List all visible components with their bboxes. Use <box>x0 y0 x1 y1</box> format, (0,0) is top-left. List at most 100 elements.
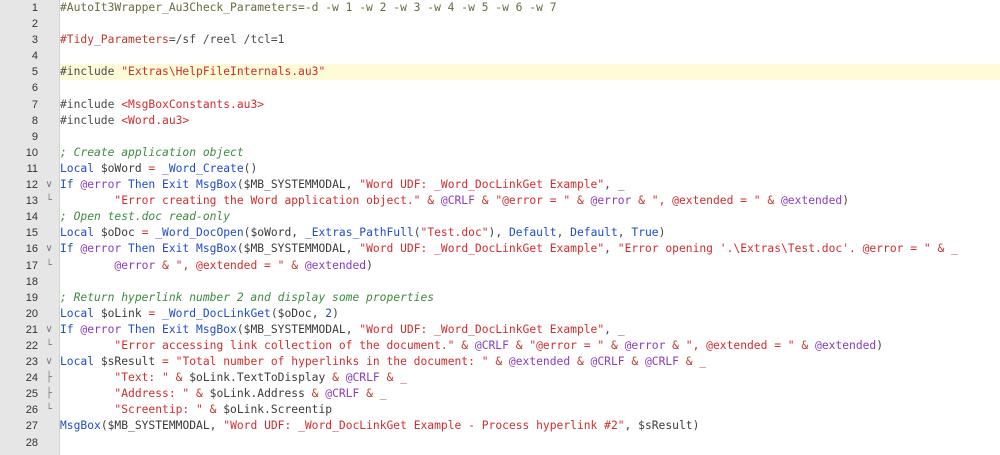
line-number: 17 <box>25 259 38 272</box>
code-line-area[interactable] <box>60 129 1000 145</box>
code-line[interactable]: 3 #Tidy_Parameters=/sf /reel /tcl=1 <box>0 32 1000 48</box>
code-line-area[interactable]: ; Return hyperlink number 2 and display … <box>60 290 1000 306</box>
code-line-area[interactable]: #include "Extras\HelpFileInternals.au3" <box>60 64 1000 81</box>
code-token: $oWord <box>250 226 292 240</box>
code-line[interactable]: 15 Local $oDoc = _Word_DocOpen ($oWord, _E… <box>0 225 1000 241</box>
code-line-area[interactable]: "Screentip: " & $oLink.Screentip <box>60 402 1000 418</box>
code-token: , <box>345 178 360 192</box>
code-token: ( <box>270 306 278 320</box>
code-text: "Error accessing link collection of the … <box>60 338 883 354</box>
code-line-area[interactable]: Local $sResult = "Total number of hyperl… <box>60 354 1000 370</box>
code-line[interactable]: 6 <box>0 80 1000 96</box>
code-editor[interactable]: 1 #AutoIt3Wrapper_Au3Check_Parameters=-d … <box>0 0 1000 455</box>
code-line-area[interactable]: #include <MsgBoxConstants.au3> <box>60 97 1000 113</box>
code-text: Local $oLink = _Word_DocLinkGet($oDoc, 2… <box>60 306 339 322</box>
code-token: "Word UDF: _Word_DocLinkGet Example - Pr… <box>223 419 625 433</box>
line-number: 4 <box>31 50 38 63</box>
line-number: 6 <box>31 82 38 95</box>
code-line[interactable]: 2 <box>0 16 1000 32</box>
code-line[interactable]: 10 ; Create application object <box>0 145 1000 161</box>
code-token: ; Open test.doc read-only <box>60 210 231 224</box>
code-line-area[interactable]: "Error creating the Word application obj… <box>60 193 1000 209</box>
code-token: @error <box>624 338 666 352</box>
fold-toggle-icon[interactable]: ∨ <box>42 322 56 338</box>
code-line-area[interactable] <box>60 274 1000 290</box>
code-line-area[interactable]: "Error accessing link collection of the … <box>60 338 1000 354</box>
code-line[interactable]: 16 ∨ If @error Then Exit MsgBox($MB_SYSTEM… <box>0 241 1000 257</box>
code-text: If @error Then Exit MsgBox($MB_SYSTEMMOD… <box>60 322 625 338</box>
code-line[interactable]: 25 ├ "Address: " & $oLink.Address & @CRLF… <box>0 386 1000 402</box>
code-line-area[interactable]: #Tidy_Parameters=/sf /reel /tcl=1 <box>60 32 1000 48</box>
code-token: , _ <box>604 178 625 192</box>
fold-toggle-icon[interactable]: ∨ <box>42 354 56 370</box>
code-line[interactable]: 27 MsgBox($MB_SYSTEMMODAL, "Word UDF: _Wo… <box>0 418 1000 434</box>
code-line[interactable]: 11 Local $oWord = _Word_Create() <box>0 161 1000 177</box>
code-line-area[interactable] <box>60 16 1000 32</box>
code-line-area[interactable]: @error & ", @extended = " & @extended) <box>60 258 1000 274</box>
code-token: & <box>624 355 645 369</box>
code-text: "Error creating the Word application obj… <box>60 193 849 209</box>
code-line[interactable]: 20 Local $oLink = _Word_DocLinkGet($oDoc,… <box>0 306 1000 322</box>
code-line-area[interactable] <box>60 435 1000 451</box>
code-token: & _ <box>359 387 387 401</box>
code-token: "Error opening '.\Extras\Test.doc'. @err… <box>617 242 931 256</box>
code-line-area[interactable]: If @error Then Exit MsgBox($MB_SYSTEMMOD… <box>60 241 1000 257</box>
code-line[interactable]: 9 <box>0 129 1000 145</box>
code-token: $oDoc <box>100 226 142 240</box>
code-line[interactable]: 1 #AutoIt3Wrapper_Au3Check_Parameters=-d … <box>0 0 1000 16</box>
line-number: 16 <box>25 243 38 256</box>
code-line[interactable]: 26 └ "Screentip: " & $oLink.Screentip <box>0 402 1000 418</box>
code-token: $oLink.Screentip <box>223 403 333 417</box>
code-line-area[interactable]: If @error Then Exit MsgBox($MB_SYSTEMMOD… <box>60 322 1000 338</box>
code-token: & <box>794 338 816 352</box>
code-token: & <box>202 403 224 417</box>
code-line-area[interactable]: #AutoIt3Wrapper_Au3Check_Parameters=-d -… <box>60 0 1000 16</box>
code-line-area[interactable]: "Text: " & $oLink.TextToDisplay & @CRLF … <box>60 370 1000 386</box>
code-token: MsgBox <box>60 419 101 433</box>
code-text: ; Create application object <box>60 145 244 161</box>
code-token: ", @extended = " <box>685 338 795 352</box>
code-line[interactable]: 8 #include <Word.au3> <box>0 113 1000 129</box>
code-line-area[interactable]: MsgBox($MB_SYSTEMMODAL, "Word UDF: _Word… <box>60 418 1000 434</box>
code-text: If @error Then Exit MsgBox($MB_SYSTEMMOD… <box>60 241 958 257</box>
code-line[interactable]: 12 ∨ If @error Then Exit MsgBox($MB_SYSTEM… <box>0 177 1000 193</box>
code-token: #include <box>60 65 122 79</box>
code-line-area[interactable] <box>60 80 1000 96</box>
code-line[interactable]: 14 ; Open test.doc read-only <box>0 209 1000 225</box>
fold-toggle-icon[interactable]: ∨ <box>42 241 56 257</box>
code-line[interactable]: 13 └ "Error creating the Word application… <box>0 193 1000 209</box>
code-token: & <box>488 355 509 369</box>
code-line[interactable]: 18 <box>0 274 1000 290</box>
code-line[interactable]: 4 <box>0 48 1000 64</box>
code-line-area[interactable]: If @error Then Exit MsgBox($MB_SYSTEMMOD… <box>60 177 1000 193</box>
code-line[interactable]: 17 └ @error & ", @extended = " & @extende… <box>0 258 1000 274</box>
code-token: "Error creating the Word application obj… <box>114 194 421 208</box>
fold-toggle-icon[interactable]: ∨ <box>42 177 56 193</box>
code-token: $oLink.TextToDisplay <box>189 371 326 385</box>
code-line[interactable]: 21 ∨ If @error Then Exit MsgBox($MB_SYSTEM… <box>0 322 1000 338</box>
code-line[interactable]: 19 ; Return hyperlink number 2 and displa… <box>0 290 1000 306</box>
code-line[interactable]: 24 ├ "Text: " & $oLink.TextToDisplay & @C… <box>0 370 1000 386</box>
code-line[interactable]: 5 #include "Extras\HelpFileInternals.au3" <box>0 64 1000 81</box>
code-line-area[interactable]: Local $oDoc = _Word_DocOpen ($oWord, _Ext… <box>60 225 1000 241</box>
code-line-area[interactable]: ; Create application object <box>60 145 1000 161</box>
code-line-area[interactable]: ; Open test.doc read-only <box>60 209 1000 225</box>
code-line-area[interactable]: "Address: " & $oLink.Address & @CRLF & _ <box>60 386 1000 402</box>
code-line[interactable]: 22 └ "Error accessing link collection of … <box>0 338 1000 354</box>
code-line-area[interactable] <box>60 48 1000 64</box>
code-line-area[interactable]: Local $oWord = _Word_Create() <box>60 161 1000 177</box>
code-line-area[interactable]: #include <Word.au3> <box>60 113 1000 129</box>
code-line[interactable]: 23 ∨ Local $sResult = "Total number of hyp… <box>0 354 1000 370</box>
code-token: ", @extended = " <box>175 258 285 272</box>
line-number: 7 <box>31 98 38 111</box>
code-line-area[interactable]: Local $oLink = _Word_DocLinkGet($oDoc, 2… <box>60 306 1000 322</box>
code-token: Default <box>570 226 618 240</box>
line-number: 12 <box>25 179 38 192</box>
line-number: 23 <box>25 356 38 369</box>
code-line[interactable]: 7 #include <MsgBoxConstants.au3> <box>0 97 1000 113</box>
code-line[interactable]: 28 <box>0 435 1000 451</box>
code-token: "Extras\HelpFileInternals.au3" <box>121 65 326 79</box>
code-text: ; Open test.doc read-only <box>60 209 230 225</box>
code-token: & _ <box>930 242 958 256</box>
